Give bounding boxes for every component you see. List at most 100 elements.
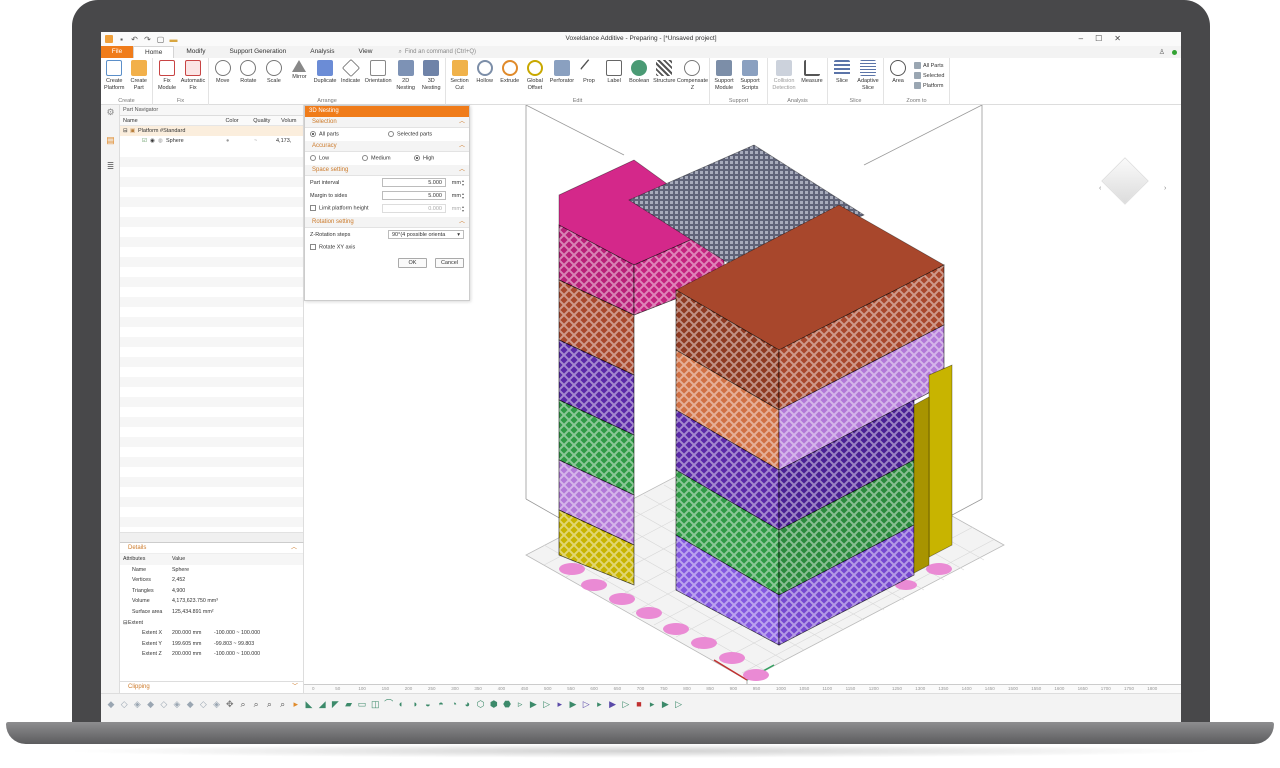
bottom-tool-icon[interactable]: ◤: [331, 700, 339, 709]
bottom-tool-icon[interactable]: ▹: [516, 700, 524, 709]
bottom-tool-icon[interactable]: ◆: [107, 700, 115, 709]
high-radio[interactable]: High: [414, 155, 434, 162]
bottom-tool-icon[interactable]: ⌒: [384, 700, 393, 709]
new-file-icon[interactable]: ▢: [156, 35, 165, 44]
scene-tree-tab-icon[interactable]: ≣: [104, 161, 117, 174]
bottom-tool-icon[interactable]: ▶: [609, 700, 617, 709]
zoom-platform[interactable]: Platform: [914, 82, 944, 89]
bottom-tool-icon[interactable]: ◒: [424, 700, 432, 709]
spinner-icon[interactable]: ▴ ▾: [462, 191, 464, 200]
z-rotation-select[interactable]: 90°(4 possible orienta ▾: [388, 230, 464, 239]
margin-input[interactable]: 5.000: [382, 191, 446, 200]
bottom-tool-icon[interactable]: ◈: [133, 700, 141, 709]
view-cube-right-arrow-icon[interactable]: ›: [1164, 185, 1166, 192]
part-row[interactable]: ☑ ◉ ◍ Sphere ● ~ 4,173,: [120, 136, 303, 146]
ok-button[interactable]: OK: [398, 258, 427, 268]
rotate-xy-checkbox[interactable]: Rotate XY axis: [310, 244, 355, 251]
space-setting-section[interactable]: Space setting ︿: [305, 165, 469, 176]
bottom-tool-icon[interactable]: ▶: [529, 700, 537, 709]
bottom-tool-icon[interactable]: ▸: [595, 700, 603, 709]
bottom-tool-icon[interactable]: ◑: [411, 700, 419, 709]
bottom-tool-icon[interactable]: ◔: [450, 700, 458, 709]
open-folder-icon[interactable]: ▬: [169, 35, 178, 44]
bottom-tool-icon[interactable]: ◈: [173, 700, 181, 709]
bottom-tool-icon[interactable]: ▷: [543, 700, 551, 709]
selected-parts-radio[interactable]: Selected parts: [388, 131, 432, 138]
tab-analysis[interactable]: Analysis: [298, 46, 346, 58]
view-cube-left-arrow-icon[interactable]: ‹: [1099, 185, 1101, 192]
bottom-tool-icon[interactable]: ◣: [305, 700, 313, 709]
all-parts-radio[interactable]: All parts: [310, 131, 388, 138]
bottom-tool-icon[interactable]: ◕: [463, 700, 471, 709]
tab-support-generation[interactable]: Support Generation: [218, 46, 299, 58]
undo-icon[interactable]: ↶: [130, 35, 139, 44]
collapse-icon[interactable]: ⊟: [120, 126, 130, 136]
bottom-tool-icon[interactable]: ◇: [160, 700, 168, 709]
bottom-tool-icon[interactable]: ▷: [622, 700, 630, 709]
collapse-up-icon[interactable]: ︿: [459, 217, 465, 227]
maximize-icon[interactable]: ☐: [1095, 34, 1102, 43]
bottom-tool-icon[interactable]: ▷: [675, 700, 683, 709]
limit-height-checkbox[interactable]: Limit platform height: [310, 205, 382, 212]
tab-view[interactable]: View: [346, 46, 384, 58]
minimize-icon[interactable]: –: [1079, 34, 1083, 43]
bottom-tool-icon[interactable]: ◢: [318, 700, 326, 709]
bottom-tool-icon[interactable]: ▷: [582, 700, 590, 709]
cancel-button[interactable]: Cancel: [435, 258, 464, 268]
low-radio[interactable]: Low: [310, 155, 362, 162]
save-icon[interactable]: ▪: [117, 35, 126, 44]
settings-gear-icon[interactable]: ⚙: [104, 107, 117, 120]
user-icon[interactable]: ♙: [1159, 48, 1165, 56]
spinner-icon[interactable]: ▴ ▾: [462, 204, 464, 213]
tab-home[interactable]: Home: [133, 46, 175, 58]
bottom-tool-icon[interactable]: ⌕: [252, 700, 260, 709]
bottom-tool-icon[interactable]: ▸: [648, 700, 656, 709]
collapse-up-icon[interactable]: ︿: [459, 141, 465, 151]
bottom-tool-icon[interactable]: ⬢: [490, 700, 498, 709]
clipping-header[interactable]: Clipping ﹀: [120, 681, 304, 693]
bottom-tool-icon[interactable]: ◫: [371, 700, 380, 709]
accuracy-section[interactable]: Accuracy ︿: [305, 141, 469, 152]
bottom-tool-icon[interactable]: ◆: [147, 700, 155, 709]
bottom-tool-icon[interactable]: ▶: [661, 700, 669, 709]
rotation-setting-section[interactable]: Rotation setting ︿: [305, 217, 469, 228]
bottom-tool-icon[interactable]: ▶: [569, 700, 577, 709]
eye-icon[interactable]: ◉: [150, 136, 158, 146]
bottom-tool-icon[interactable]: ⌕: [265, 700, 273, 709]
close-icon[interactable]: ✕: [1114, 34, 1121, 43]
collapse-up-icon[interactable]: ︿: [459, 165, 465, 175]
zoom-selected[interactable]: Selected: [914, 72, 944, 79]
limit-height-input[interactable]: 0.000: [382, 204, 446, 213]
bottom-tool-icon[interactable]: ◆: [186, 700, 194, 709]
redo-icon[interactable]: ↷: [143, 35, 152, 44]
part-interval-input[interactable]: 5.000: [382, 178, 446, 187]
bottom-tool-icon[interactable]: ◇: [199, 700, 207, 709]
selection-section[interactable]: Selection ︿: [305, 117, 469, 128]
bottom-tool-icon[interactable]: ⌕: [279, 700, 287, 709]
command-search[interactable]: ⌕ Find an command (Ctrl+Q): [398, 49, 476, 56]
collapse-up-icon[interactable]: ︿: [291, 543, 297, 553]
bottom-tool-icon[interactable]: ◇: [120, 700, 128, 709]
platform-row[interactable]: ⊟ ▣ Platform #Standard: [120, 126, 303, 136]
bottom-tool-icon[interactable]: ◓: [437, 700, 445, 709]
tab-file[interactable]: File: [101, 46, 133, 58]
bottom-tool-icon[interactable]: ⌕: [239, 700, 247, 709]
visible-checkbox[interactable]: ☑: [142, 136, 150, 146]
navigator-scrollbar[interactable]: [120, 532, 303, 542]
bottom-tool-icon[interactable]: ▸: [556, 700, 564, 709]
bottom-tool-icon[interactable]: ▸: [292, 700, 300, 709]
part-navigator-tab-icon[interactable]: ▤: [104, 135, 117, 148]
bottom-tool-icon[interactable]: ✥: [226, 700, 234, 709]
expand-down-icon[interactable]: ﹀: [292, 682, 298, 693]
collapse-up-icon[interactable]: ︿: [459, 117, 465, 127]
zoom-all-parts[interactable]: All Parts: [914, 62, 944, 69]
extent-group-row[interactable]: ⊟ Extent: [120, 618, 303, 629]
bottom-tool-icon[interactable]: ▭: [358, 700, 367, 709]
spinner-icon[interactable]: ▴ ▾: [462, 178, 464, 187]
bottom-tool-icon[interactable]: ⬡: [477, 700, 485, 709]
bottom-tool-icon[interactable]: ⬣: [503, 700, 511, 709]
medium-radio[interactable]: Medium: [362, 155, 414, 162]
tab-modify[interactable]: Modify: [174, 46, 217, 58]
details-header[interactable]: Details ︿: [120, 543, 303, 554]
bottom-tool-icon[interactable]: ■: [635, 700, 643, 709]
